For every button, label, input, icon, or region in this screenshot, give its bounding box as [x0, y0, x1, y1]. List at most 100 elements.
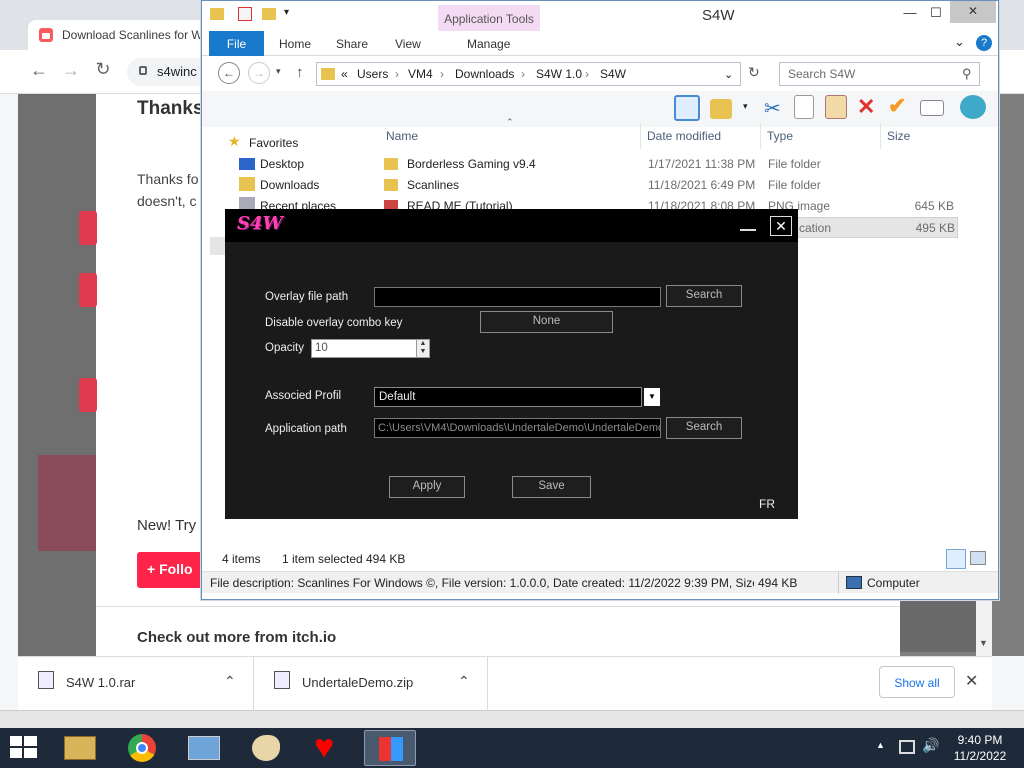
paste-icon[interactable] — [825, 95, 847, 119]
app-path-search-button[interactable]: Search — [666, 417, 742, 439]
new-folder-icon[interactable] — [262, 8, 276, 20]
chevron-up-icon[interactable]: ⌃ — [224, 673, 236, 690]
up-arrow-icon[interactable]: ↑ — [296, 64, 304, 81]
search-icon[interactable]: ⚲ — [962, 66, 972, 82]
folder-options-icon[interactable] — [710, 99, 732, 119]
refresh-icon[interactable]: ↻ — [748, 64, 760, 81]
close-icon[interactable]: ✕ — [950, 1, 996, 23]
file-name: Scanlines — [407, 178, 460, 192]
breadcrumb-separator: › — [521, 67, 525, 81]
page-scrollbar[interactable]: ▼ — [976, 600, 992, 656]
opacity-stepper[interactable]: ▲ ▼ — [416, 339, 430, 358]
forward-arrow-icon[interactable]: → — [60, 60, 82, 81]
nav-downloads[interactable]: Downloads — [260, 178, 319, 192]
windows-start-icon[interactable] — [10, 736, 38, 760]
address-dropdown-icon[interactable]: ⌄ — [724, 68, 733, 81]
minimize-icon[interactable]: — — [898, 5, 922, 20]
column-divider — [640, 123, 641, 149]
tab-manage[interactable]: Manage — [467, 37, 510, 51]
recent-locations-icon[interactable]: ▾ — [276, 66, 281, 77]
nav-favorites[interactable]: Favorites — [249, 136, 298, 150]
app-path-input[interactable]: C:\Users\VM4\Downloads\UndertaleDemo\Und… — [374, 418, 661, 438]
opacity-input[interactable]: 10 — [311, 339, 417, 358]
dropdown-arrow-icon[interactable]: ▼ — [644, 388, 660, 406]
search-box[interactable]: Search S4W ⚲ — [779, 62, 980, 86]
preview-pane-icon[interactable] — [674, 95, 700, 121]
overlay-path-input[interactable] — [374, 287, 661, 307]
apply-button[interactable]: Apply — [389, 476, 465, 498]
globe-icon[interactable] — [960, 95, 986, 119]
computer-icon — [846, 576, 862, 589]
checkmark-icon[interactable]: ✔ — [888, 93, 906, 119]
check-out-heading[interactable]: Check out more from itch.io — [137, 629, 336, 646]
combo-key-button[interactable]: None — [480, 311, 613, 333]
download-item[interactable]: UndertaleDemo.zip ⌃ — [254, 657, 488, 711]
delete-icon[interactable]: ✕ — [857, 94, 875, 120]
tab-file[interactable]: File — [209, 31, 264, 56]
scroll-down-icon[interactable]: ▼ — [979, 638, 988, 648]
address-bar[interactable]: « Users › VM4 › Downloads › S4W 1.0 › S4… — [316, 62, 741, 86]
maximize-icon[interactable]: ☐ — [924, 5, 948, 21]
reload-icon[interactable]: ↻ — [92, 59, 114, 80]
file-row[interactable]: Scanlines 11/18/2021 6:49 PM File folder — [384, 175, 958, 196]
follow-button[interactable]: + Follo — [137, 552, 207, 588]
chevron-up-icon[interactable]: ⌃ — [458, 673, 470, 690]
taskbar-undertale[interactable]: ♥ — [302, 728, 354, 766]
file-type: File folder — [768, 157, 821, 171]
volume-icon[interactable]: 🔊 — [922, 737, 939, 754]
breadcrumb-overflow[interactable]: « — [341, 67, 348, 81]
s4w-logo: S4W — [237, 213, 283, 234]
file-description: File description: Scanlines For Windows … — [210, 576, 754, 590]
help-icon[interactable]: ? — [976, 35, 992, 51]
network-icon[interactable] — [899, 740, 915, 754]
minimize-icon[interactable] — [740, 218, 756, 231]
tab-share[interactable]: Share — [336, 37, 368, 51]
details-view-icon[interactable] — [946, 549, 966, 569]
options-dropdown-icon[interactable]: ▾ — [743, 101, 748, 112]
explorer-status-bar: 4 items 1 item selected 494 KB — [202, 547, 998, 571]
forward-icon[interactable]: → — [248, 62, 270, 84]
close-icon[interactable]: ✕ — [770, 216, 792, 236]
chrome-tab[interactable]: Download Scanlines for W — [28, 20, 214, 50]
taskbar-photo-viewer[interactable] — [178, 730, 230, 766]
overlay-search-button[interactable]: Search — [666, 285, 742, 307]
breadcrumb-users[interactable]: Users — [357, 67, 388, 81]
save-button[interactable]: Save — [512, 476, 591, 498]
clock[interactable]: 9:40 PM 11/2/2022 — [944, 732, 1016, 764]
taskbar-explorer[interactable] — [54, 730, 106, 766]
back-arrow-icon[interactable]: ← — [28, 60, 50, 81]
breadcrumb-s4w[interactable]: S4W — [600, 67, 626, 81]
properties-icon[interactable] — [238, 7, 252, 21]
tab-home[interactable]: Home — [279, 37, 311, 51]
column-size[interactable]: Size — [887, 129, 910, 143]
large-icons-view-icon[interactable] — [970, 551, 986, 565]
column-date[interactable]: Date modified — [647, 129, 721, 143]
qat-dropdown-icon[interactable]: ▾ — [284, 7, 289, 18]
tab-view[interactable]: View — [395, 37, 421, 51]
column-type[interactable]: Type — [767, 129, 793, 143]
copy-icon[interactable] — [794, 95, 814, 119]
taskbar-s4w[interactable] — [364, 730, 416, 766]
show-all-button[interactable]: Show all — [879, 666, 955, 698]
close-shelf-icon[interactable]: ✕ — [965, 671, 978, 691]
nav-desktop[interactable]: Desktop — [260, 157, 304, 171]
taskbar-chrome[interactable] — [116, 730, 168, 766]
rename-icon[interactable] — [920, 100, 944, 116]
omnibox[interactable]: s4winc — [127, 58, 207, 86]
file-row[interactable]: Borderless Gaming v9.4 1/17/2021 11:38 P… — [384, 154, 958, 175]
s4w-titlebar[interactable]: S4W ✕ — [225, 209, 798, 242]
ribbon-expand-icon[interactable]: ⌄ — [954, 34, 965, 50]
stepper-down-icon[interactable]: ▼ — [417, 348, 429, 356]
breadcrumb-s4w-1.0[interactable]: S4W 1.0 — [536, 67, 582, 81]
stepper-up-icon[interactable]: ▲ — [417, 340, 429, 348]
breadcrumb-vm4[interactable]: VM4 — [408, 67, 433, 81]
language-toggle[interactable]: FR — [759, 497, 775, 511]
download-item[interactable]: S4W 1.0.rar ⌃ — [18, 657, 254, 711]
tray-overflow-icon[interactable]: ▲ — [876, 740, 885, 750]
cut-icon[interactable]: ✂ — [764, 96, 781, 121]
breadcrumb-downloads[interactable]: Downloads — [455, 67, 514, 81]
column-name[interactable]: Name — [386, 129, 418, 143]
profile-select[interactable]: Default — [374, 387, 642, 407]
back-icon[interactable]: ← — [218, 62, 240, 84]
taskbar-paint[interactable] — [240, 730, 292, 766]
